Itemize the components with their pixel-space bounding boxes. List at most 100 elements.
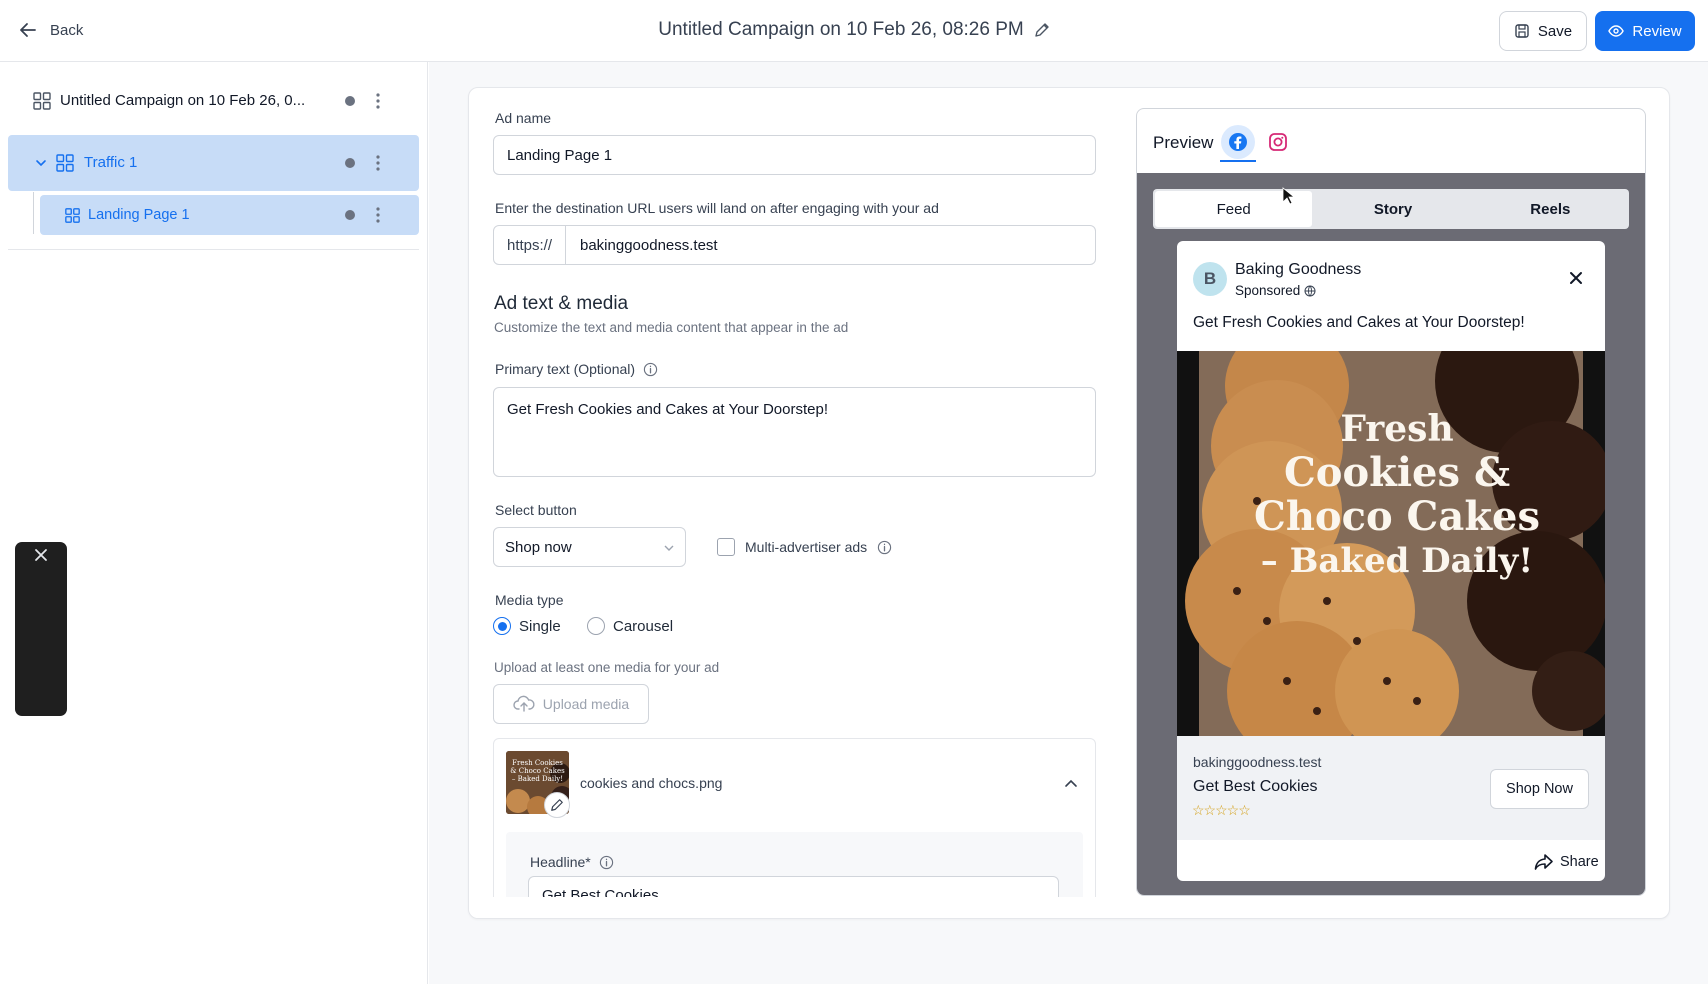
ad-label: Landing Page 1 xyxy=(88,207,190,223)
multi-advertiser-checkbox[interactable] xyxy=(717,538,735,556)
media-item-card: Fresh Cookies & Choco Cakes – Baked Dail… xyxy=(493,738,1096,918)
review-label: Review xyxy=(1632,22,1682,40)
ad-name-label: Ad name xyxy=(495,110,552,126)
single-label: Single xyxy=(519,617,561,635)
upload-media-label: Upload media xyxy=(542,696,630,712)
image-text-line-2: Cookies & xyxy=(1283,449,1511,496)
radio-checked[interactable] xyxy=(493,617,511,635)
sponsored-label: Sponsored xyxy=(1235,283,1301,298)
select-button-dropdown[interactable]: Shop now xyxy=(493,527,686,567)
link-bar: bakinggoodness.test Get Best Cookies ☆☆☆… xyxy=(1177,736,1605,840)
share-icon xyxy=(1534,854,1553,870)
edit-thumbnail-button[interactable] xyxy=(544,792,570,818)
adset-label: Traffic 1 xyxy=(84,154,138,171)
ad-name-input[interactable]: Landing Page 1 xyxy=(493,135,1096,175)
instagram-tab[interactable] xyxy=(1261,125,1295,159)
facebook-tab[interactable] xyxy=(1221,125,1255,159)
tree-line xyxy=(33,192,34,234)
pencil-icon xyxy=(551,799,563,811)
multi-advertiser-label: Multi-advertiser ads xyxy=(745,539,868,555)
status-dot xyxy=(345,210,355,220)
media-type-carousel[interactable]: Carousel xyxy=(587,617,673,635)
placement-tabs: Feed Story Reels xyxy=(1153,189,1629,229)
info-icon[interactable] xyxy=(877,540,892,555)
primary-text-textarea[interactable]: Get Fresh Cookies and Cakes at Your Door… xyxy=(493,387,1096,477)
floating-panel xyxy=(15,542,67,716)
tree-campaign[interactable]: Untitled Campaign on 10 Feb 26, 0... xyxy=(0,84,428,118)
grid-icon xyxy=(56,154,74,172)
facebook-tab-underline xyxy=(1220,160,1256,162)
select-button-label: Select button xyxy=(495,502,577,518)
share-action[interactable]: Share xyxy=(1534,853,1599,871)
cloud-upload-icon xyxy=(513,695,535,712)
kebab-menu-icon[interactable] xyxy=(374,206,382,224)
image-text-line-1: Fresh xyxy=(1340,408,1454,450)
radio-unchecked[interactable] xyxy=(587,617,605,635)
chevron-up-icon[interactable] xyxy=(1064,777,1078,789)
facebook-post-preview: B Baking Goodness Sponsored Get Fresh Co… xyxy=(1177,241,1605,881)
tree-adset[interactable]: Traffic 1 xyxy=(8,135,419,191)
status-dot xyxy=(345,96,355,106)
cursor-icon xyxy=(1282,187,1294,205)
info-icon[interactable] xyxy=(599,855,614,870)
preview-title: Preview xyxy=(1153,133,1214,152)
url-prefix: https:// xyxy=(494,226,566,264)
upload-hint: Upload at least one media for your ad xyxy=(494,660,720,675)
save-label: Save xyxy=(1537,22,1573,40)
primary-text-label: Primary text (Optional) xyxy=(495,361,636,377)
carousel-label: Carousel xyxy=(613,617,674,635)
section-subtitle: Customize the text and media content tha… xyxy=(494,320,849,335)
tab-story[interactable]: Story xyxy=(1314,189,1471,229)
page-title: Untitled Campaign on 10 Feb 26, 08:26 PM xyxy=(658,19,1024,40)
close-icon[interactable] xyxy=(1569,271,1583,285)
rating-stars: ☆☆☆☆☆ xyxy=(1192,802,1251,818)
chevron-down-icon[interactable] xyxy=(34,156,48,170)
thumbnail-caption: Fresh Cookies & Choco Cakes – Baked Dail… xyxy=(510,759,565,783)
sidebar: Untitled Campaign on 10 Feb 26, 0... Tra… xyxy=(0,62,428,984)
multi-advertiser-row[interactable]: Multi-advertiser ads xyxy=(717,529,892,565)
media-type-label: Media type xyxy=(495,592,564,608)
url-field[interactable]: https:// bakinggoodness.test xyxy=(493,225,1096,265)
kebab-menu-icon[interactable] xyxy=(374,92,382,110)
page-name: Baking Goodness xyxy=(1235,261,1362,278)
instagram-icon xyxy=(1269,133,1287,151)
headline-label-row: Headline* xyxy=(530,854,614,870)
scroll-clip xyxy=(469,897,1129,918)
avatar: B xyxy=(1193,262,1227,296)
headline-label: Headline* xyxy=(530,854,591,870)
preview-panel: Preview Feed Story Reels B Baking Goodne… xyxy=(1136,108,1646,896)
close-icon[interactable] xyxy=(33,547,49,563)
grid-icon xyxy=(33,92,51,110)
upload-media-button[interactable]: Upload media xyxy=(493,684,649,724)
kebab-menu-icon[interactable] xyxy=(374,154,382,172)
url-label: Enter the destination URL users will lan… xyxy=(495,200,939,216)
url-input[interactable]: bakinggoodness.test xyxy=(566,226,718,264)
info-icon[interactable] xyxy=(643,362,658,377)
status-dot xyxy=(345,158,355,168)
sidebar-divider xyxy=(8,249,419,250)
media-file-name: cookies and chocs.png xyxy=(580,775,723,791)
sponsored-row: Sponsored xyxy=(1235,283,1316,298)
review-button[interactable]: Review xyxy=(1595,11,1695,51)
facebook-icon xyxy=(1229,133,1247,151)
globe-icon xyxy=(1304,285,1316,296)
eye-icon xyxy=(1608,25,1625,37)
pencil-icon[interactable] xyxy=(1034,22,1050,38)
shop-now-button[interactable]: Shop Now xyxy=(1490,769,1589,809)
media-type-single[interactable]: Single xyxy=(493,617,561,635)
tree-ad[interactable]: Landing Page 1 xyxy=(40,195,419,235)
chevron-down-icon xyxy=(664,545,674,551)
share-label: Share xyxy=(1560,854,1599,870)
post-text: Get Fresh Cookies and Cakes at Your Door… xyxy=(1193,314,1525,331)
page-title-wrap: Untitled Campaign on 10 Feb 26, 08:26 PM xyxy=(0,19,1708,41)
save-icon xyxy=(1515,24,1529,38)
save-button[interactable]: Save xyxy=(1499,11,1587,51)
top-bar: Back Untitled Campaign on 10 Feb 26, 08:… xyxy=(0,0,1708,62)
link-domain: bakinggoodness.test xyxy=(1193,754,1322,770)
grid-icon xyxy=(65,208,80,223)
image-text-line-4: – Baked Daily! xyxy=(1260,541,1534,581)
image-text-line-3: Choco Cakes xyxy=(1254,493,1540,540)
ad-image: Fresh Cookies & Choco Cakes – Baked Dail… xyxy=(1177,309,1605,761)
tab-reels[interactable]: Reels xyxy=(1472,189,1629,229)
select-button-value: Shop now xyxy=(505,538,572,556)
